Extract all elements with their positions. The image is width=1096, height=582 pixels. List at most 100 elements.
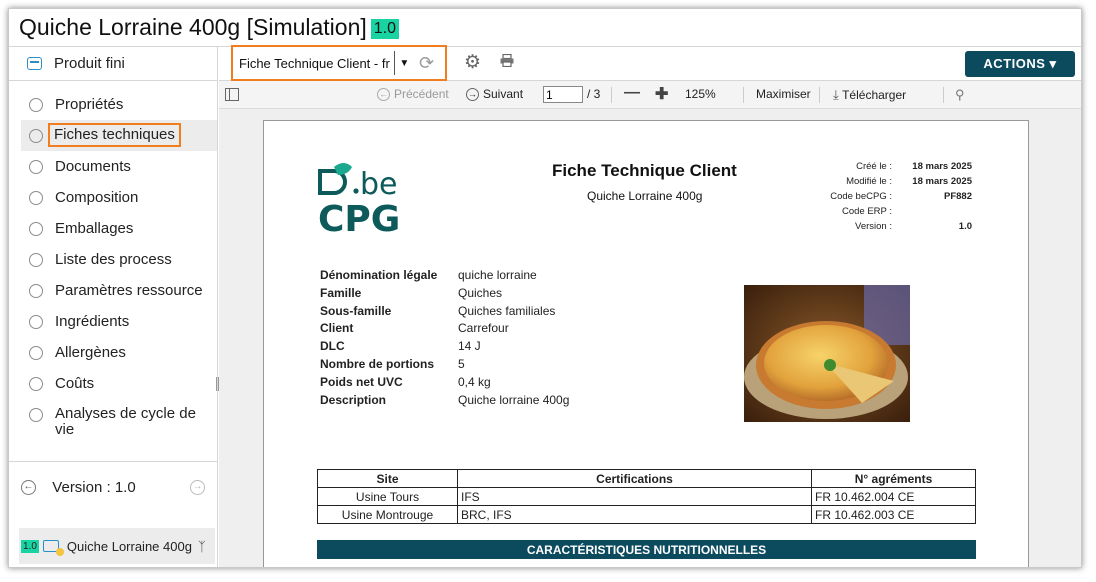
radio-icon: [29, 160, 43, 174]
sidebar-item-liste-des-process[interactable]: Liste des process: [9, 244, 217, 275]
section-header: CARACTÉRISTIQUES NUTRITIONNELLES: [317, 540, 976, 559]
gear-icon[interactable]: ⚙: [464, 51, 481, 74]
previous-page-button[interactable]: ← Précédent: [377, 87, 449, 101]
sidebar-item-allergenes[interactable]: Allergènes: [9, 337, 217, 368]
page-total: / 3: [587, 87, 601, 101]
app-window: Quiche Lorraine 400g [Simulation] 1.0 Pr…: [8, 8, 1082, 568]
table-header-row: Site Certifications N° agréments: [317, 469, 976, 488]
becpg-logo: be CPG: [318, 163, 400, 237]
property-row: Famille Quiches: [320, 285, 503, 300]
sidebar-item-label: Analyses de cycle de vie: [55, 405, 196, 438]
download-label: Télécharger: [842, 88, 907, 102]
radio-icon: [29, 377, 43, 391]
sidebar-item-composition[interactable]: Composition: [9, 182, 217, 213]
sidebar-footer: ← Version : 1.0 → 1.0 Quiche Lorraine 40…: [9, 461, 217, 564]
arrow-left-icon: ←: [377, 87, 390, 101]
next-page-button[interactable]: → Suivant: [466, 87, 523, 101]
radio-icon: [29, 253, 43, 267]
property-row: Dénomination légale quiche lorraine: [320, 268, 537, 282]
previous-version-icon[interactable]: ←: [21, 479, 36, 495]
meta-row: Code beCPG : PF882: [830, 191, 972, 202]
column-header: Certifications: [457, 469, 812, 488]
sidebar-item-proprietes[interactable]: Propriétés: [9, 89, 217, 120]
page-number-input[interactable]: [543, 86, 583, 103]
print-icon[interactable]: [500, 54, 514, 67]
sidebar-toggle-icon[interactable]: [225, 88, 239, 101]
product-entry[interactable]: 1.0 Quiche Lorraine 400g ᛉ: [19, 528, 215, 564]
table-row: Usine Tours IFS FR 10.462.004 CE: [317, 487, 976, 506]
sidebar-item-couts[interactable]: Coûts: [9, 368, 217, 399]
property-row: Sous-famille Quiches familiales: [320, 303, 556, 318]
radio-icon: [29, 408, 43, 422]
property-row: Poids net UVC 0,4 kg: [320, 374, 491, 389]
property-row: Description Quiche lorraine 400g: [320, 392, 570, 407]
title-bar: Quiche Lorraine 400g [Simulation] 1.0: [9, 9, 1081, 47]
zoom-out-icon[interactable]: —: [624, 84, 640, 102]
refresh-icon[interactable]: ⟳: [419, 53, 434, 74]
meta-row: Version :1.0: [855, 221, 972, 232]
sidebar-item-label: Allergènes: [55, 344, 126, 361]
document-viewer: be CPG Fiche Technique Client Quiche Lor…: [219, 109, 1081, 567]
document-metadata: Créé le :18 mars 2025 Modifié le :18 mar…: [804, 161, 972, 236]
column-header: Site: [317, 469, 458, 488]
download-icon: ⤓: [833, 87, 839, 102]
zoom-level[interactable]: 125%: [685, 87, 716, 101]
radio-icon: [29, 222, 43, 236]
table-row: Usine Montrouge BRC, IFS FR 10.462.003 C…: [317, 505, 976, 524]
branch-icon[interactable]: ᛉ: [198, 539, 206, 554]
page-title: Quiche Lorraine 400g [Simulation]: [19, 14, 367, 40]
chevron-down-icon[interactable]: ▼: [393, 51, 414, 75]
sidebar-item-label: Fiches techniques: [48, 123, 181, 147]
sidebar-item-emballages[interactable]: Emballages: [9, 213, 217, 244]
document-subtitle: Quiche Lorraine 400g: [587, 189, 703, 203]
report-select-value: Fiche Technique Client - fr: [239, 55, 390, 71]
zoom-in-icon[interactable]: ✚: [655, 84, 668, 104]
sidebar-item-documents[interactable]: Documents: [9, 151, 217, 182]
sidebar: Produit fini Propriétés Fiches technique…: [9, 47, 218, 567]
meta-row: Modifié le :18 mars 2025: [846, 176, 972, 187]
product-version-badge: 1.0: [21, 539, 39, 553]
table-cell: FR 10.462.003 CE: [811, 505, 976, 524]
svg-text:be: be: [360, 167, 398, 202]
actions-button[interactable]: ACTIONS ▾: [965, 51, 1075, 77]
product-icon: [42, 540, 64, 556]
product-icon: [27, 57, 42, 70]
search-icon[interactable]: ⚲: [955, 87, 965, 103]
sidebar-item-label: Emballages: [55, 220, 134, 237]
maximize-button[interactable]: Maximiser: [756, 87, 811, 101]
download-button[interactable]: ⤓ Télécharger: [833, 87, 906, 103]
divider: [943, 87, 944, 103]
property-row: Client Carrefour: [320, 321, 509, 336]
table-cell: Usine Montrouge: [317, 505, 458, 524]
table-cell: IFS: [457, 487, 812, 506]
next-version-icon[interactable]: →: [189, 479, 205, 495]
sidebar-header: Produit fini: [9, 47, 217, 81]
sidebar-item-analyses-cycle-de-vie[interactable]: Analyses de cycle de vie: [9, 399, 217, 449]
meta-row: Code ERP :: [842, 206, 892, 217]
sidebar-nav: Propriétés Fiches techniques Documents C…: [9, 81, 217, 449]
divider: [611, 87, 612, 103]
radio-icon: [29, 129, 43, 143]
report-select[interactable]: Fiche Technique Client - fr ▼: [231, 45, 447, 81]
viewer-toolbar: ← Précédent → Suivant / 3 — ✚ 125% Maxim…: [219, 81, 1081, 109]
sidebar-item-ingredients[interactable]: Ingrédients: [9, 306, 217, 337]
sidebar-section-title: Produit fini: [54, 55, 125, 72]
property-row: Nombre de portions 5: [320, 356, 465, 371]
version-label: Version : 1.0: [52, 478, 136, 496]
sites-table: Site Certifications N° agréments Usine T…: [317, 469, 976, 524]
previous-page-label: Précédent: [394, 87, 449, 101]
arrow-right-icon: →: [466, 87, 479, 101]
sidebar-item-fiches-techniques[interactable]: Fiches techniques: [21, 120, 217, 151]
sidebar-item-label: Ingrédients: [55, 313, 130, 330]
product-name: Quiche Lorraine 400g: [66, 538, 192, 554]
sidebar-item-parametres-ressource[interactable]: Paramètres ressource: [9, 275, 217, 306]
divider: [819, 87, 820, 103]
sidebar-item-label: Paramètres ressource: [55, 282, 203, 299]
next-page-label: Suivant: [483, 87, 524, 101]
report-toolbar: Fiche Technique Client - fr ▼ ⟳ ⚙ ACTION…: [219, 45, 1081, 81]
radio-icon: [29, 284, 43, 298]
sidebar-item-label: Composition: [55, 189, 139, 206]
divider: [743, 87, 744, 103]
radio-icon: [29, 191, 43, 205]
radio-icon: [29, 346, 43, 360]
